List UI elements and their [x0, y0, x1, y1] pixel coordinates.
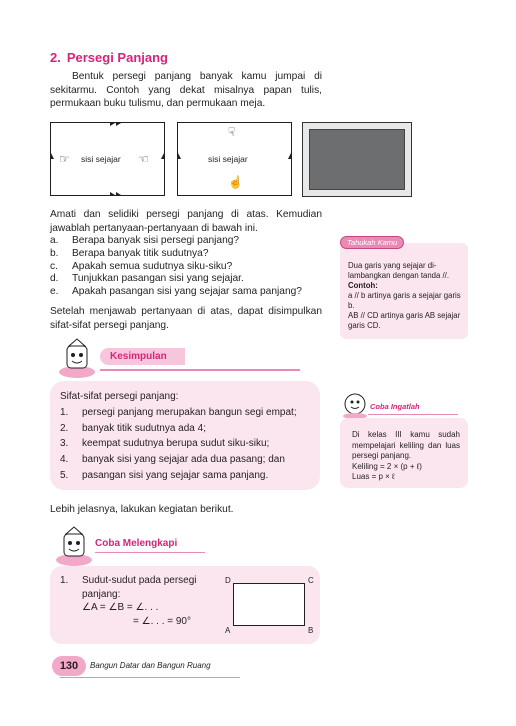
corner-label-c: C — [308, 576, 314, 585]
section-title-text: Persegi Panjang — [66, 50, 168, 65]
section-title: 2. Persegi Panjang — [50, 50, 168, 65]
pointing-hand-left-icon: ☜ — [138, 152, 149, 166]
divider — [368, 414, 458, 415]
mascot-icon — [59, 338, 95, 378]
tahukah-kamu-tag: Tahukah Kamu — [340, 236, 405, 249]
list-item: e. Apakah pasangan sisi yang sejajar sama… — [50, 286, 302, 298]
exercise-line2: panjang: — [82, 588, 121, 600]
questions-block: Amati dan selidiki persegi panjang di at… — [50, 208, 330, 299]
section-number: 2. — [50, 50, 61, 65]
kesimpulan-box: Sifat-sifat persegi panjang: 1. persegi p… — [50, 381, 320, 490]
list-item: c. Apakah semua sudutnya siku-siku? — [50, 260, 233, 272]
equation-1: ∠A = ∠B = ∠. . . — [82, 602, 159, 613]
page-number: 130 — [52, 656, 86, 676]
pointing-hand-up-icon: ☝ — [228, 175, 243, 189]
coba-ingatlah-box: Di kelas III kamu sudah mempelajari keli… — [340, 418, 468, 488]
kesimpulan-tag: Kesimpulan — [100, 348, 185, 365]
list-item: d. Tunjukkan pasangan sisi yang sejajar. — [50, 273, 244, 285]
luas-formula: Luas = p × ℓ — [352, 472, 395, 481]
exercise-number: 1. — [60, 575, 69, 586]
board-image — [302, 122, 412, 197]
list-item: 2. banyak titik sudutnya ada 4; — [60, 422, 206, 434]
tahukah-contoh: Contoh: — [348, 281, 378, 290]
coba-ingatlah-tag: Coba Ingatlah — [370, 402, 420, 411]
equation-2: = ∠. . . = 90° — [133, 615, 191, 627]
rectangle-figure-1: ☞ sisi sejajar ☜ — [50, 122, 165, 196]
mascot-icon — [56, 526, 92, 566]
tahukah-kamu-box: Dua garis yang sejajar di-lambangkan den… — [340, 243, 468, 339]
divider — [100, 369, 300, 371]
list-item: a. Berapa banyak sisi persegi panjang? — [50, 235, 240, 246]
list-item: 3. keempat sudutnya berupa sudut siku-sik… — [60, 438, 270, 450]
list-item: b. Berapa banyak titik sudutnya? — [50, 247, 209, 259]
list-item: 4. banyak sisi yang sejajar ada dua pasan… — [60, 454, 285, 466]
tahukah-line1: Dua garis yang sejajar di-lambangkan den… — [348, 261, 450, 280]
rectangle-figure-2: ☟ sisi sejajar ☝ — [177, 122, 292, 196]
corner-label-a: A — [225, 626, 231, 635]
kesimpulan-heading: Sifat-sifat persegi panjang: — [60, 391, 179, 402]
instructions: Amati dan selidiki persegi panjang di at… — [50, 209, 322, 234]
conclusion-intro: Setelah menjawab pertanyaan di atas, dap… — [50, 306, 322, 331]
activity-intro: Lebih jelasnya, lakukan kegiatan berikut… — [50, 504, 234, 515]
footer-title: Bangun Datar dan Bangun Ruang — [90, 661, 211, 670]
list-item: 1. persegi panjang merupakan bangun segi … — [60, 406, 297, 418]
coba-melengkapi-tag: Coba Melengkapi — [95, 538, 178, 549]
corner-label-d: D — [225, 576, 231, 585]
tahukah-line2: a // b artinya garis a sejajar garis b. — [348, 291, 461, 310]
fig1-label: sisi sejajar — [81, 154, 121, 164]
divider — [95, 552, 205, 554]
divider — [60, 677, 240, 678]
pointing-hand-down-icon: ☟ — [228, 125, 236, 139]
keliling-formula: Keliling = 2 × (p + ℓ) — [352, 461, 422, 471]
list-item: 5. pasangan sisi yang sejajar sama panjan… — [60, 469, 269, 481]
tahukah-line3: AB // CD artinya garis AB sejajar garis … — [348, 311, 461, 330]
corner-label-b: B — [308, 626, 314, 635]
intro-paragraph: Bentuk persegi panjang banyak kamu jumpa… — [50, 71, 322, 109]
exercise-1: 1. Sudut-sudut pada persegi panjang: ∠A =… — [60, 574, 220, 628]
fig2-label: sisi sejajar — [208, 154, 248, 164]
coba-ingatlah-text: Di kelas III kamu sudah mempelajari keli… — [352, 430, 460, 460]
mascot-icon — [343, 393, 367, 419]
rectangle-abcd — [233, 583, 305, 626]
pointing-hand-right-icon: ☞ — [59, 152, 70, 166]
exercise-line1: Sudut-sudut pada persegi — [82, 575, 197, 586]
